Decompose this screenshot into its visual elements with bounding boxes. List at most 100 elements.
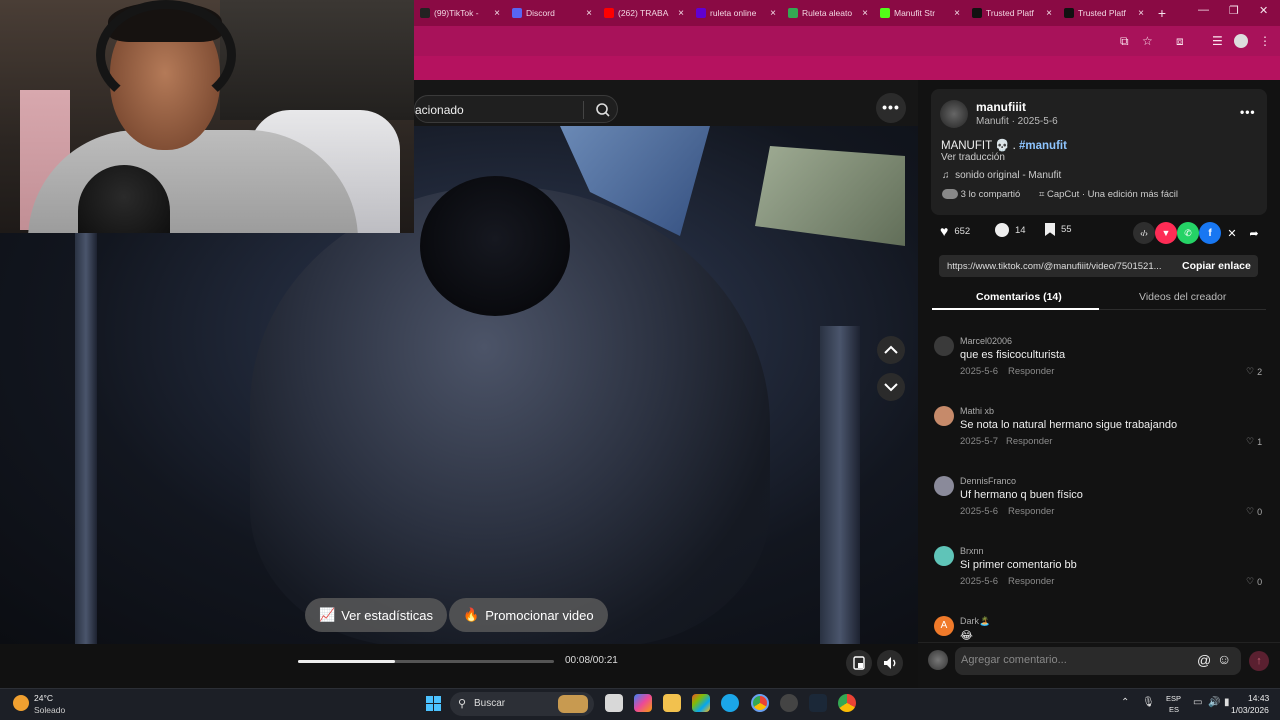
tab-close-icon[interactable]: ×	[586, 8, 592, 19]
tray-expand-icon[interactable]: ⌃	[1121, 697, 1129, 708]
minimize-icon[interactable]: —	[1198, 4, 1209, 16]
tab-close-icon[interactable]: ×	[1046, 8, 1052, 19]
tab-comments[interactable]: Comentarios (14)	[976, 291, 1062, 303]
commenter-name[interactable]: Dark🏝️	[960, 616, 990, 627]
embed-icon[interactable]: ‹/›	[1133, 222, 1155, 244]
browser-tab[interactable]: Trusted Platf ×	[1058, 0, 1150, 26]
reply-button[interactable]: Responder	[1008, 506, 1054, 517]
whatsapp-icon[interactable]: ✆	[1177, 222, 1199, 244]
extensions-icon[interactable]: ⧈	[1176, 34, 1184, 49]
comment-input[interactable]: Agregar comentario...	[961, 654, 1067, 666]
language-code[interactable]: ESP	[1166, 694, 1181, 703]
tab-close-icon[interactable]: ×	[678, 8, 684, 19]
reading-list-icon[interactable]: ☰	[1212, 34, 1223, 48]
repost-icon[interactable]: ▼	[1155, 222, 1177, 244]
file-explorer-icon[interactable]	[663, 694, 681, 712]
author-username[interactable]: manufiiit	[976, 100, 1026, 114]
task-view-icon[interactable]	[605, 694, 623, 712]
search-bar[interactable]: acionado	[414, 95, 618, 123]
browser-tab[interactable]: (99)TikTok - ×	[414, 0, 506, 26]
browser-tab[interactable]: ruleta online ×	[690, 0, 782, 26]
tab-close-icon[interactable]: ×	[862, 8, 868, 19]
save-action[interactable]: 55	[1045, 223, 1072, 236]
promote-video-button[interactable]: 🔥 Promocionar video	[449, 598, 608, 632]
reply-button[interactable]: Responder	[1008, 576, 1054, 587]
pip-button[interactable]	[846, 650, 872, 676]
tab-close-icon[interactable]: ×	[954, 8, 960, 19]
video-more-options-button[interactable]: •••	[876, 93, 906, 123]
next-video-button[interactable]	[877, 373, 905, 401]
bookmark-star-icon[interactable]: ☆	[1142, 34, 1153, 48]
tab-close-icon[interactable]: ×	[1138, 8, 1144, 19]
shared-row[interactable]: 3 lo compartió	[942, 189, 1020, 200]
taskbar-search[interactable]: ⚲ Buscar	[450, 692, 594, 716]
network-icon[interactable]: ▭	[1193, 697, 1202, 708]
obs-icon[interactable]	[780, 694, 798, 712]
x-icon[interactable]: ✕	[1221, 222, 1243, 244]
commenter-avatar[interactable]	[934, 406, 954, 426]
tab-creator-videos[interactable]: Videos del creador	[1139, 291, 1226, 303]
commenter-avatar[interactable]	[934, 546, 954, 566]
volume-button[interactable]	[877, 650, 903, 676]
commenter-name[interactable]: Mathi xb	[960, 406, 994, 416]
commenter-avatar[interactable]	[934, 336, 954, 356]
commenter-name[interactable]: Marcel02006	[960, 336, 1012, 346]
edge-icon[interactable]	[721, 694, 739, 712]
share-arrow-icon[interactable]: ➦	[1243, 222, 1265, 244]
author-avatar[interactable]	[940, 100, 968, 128]
install-app-icon[interactable]: ⧉	[1120, 34, 1129, 49]
emoji-icon[interactable]: ☺	[1217, 651, 1231, 667]
mention-icon[interactable]: @	[1197, 652, 1211, 668]
weather-sun-icon[interactable]	[13, 695, 29, 711]
commenter-name[interactable]: DennisFranco	[960, 476, 1016, 486]
browser-tab[interactable]: Trusted Platf ×	[966, 0, 1058, 26]
hashtag-link[interactable]: #manufit	[1019, 140, 1067, 152]
copy-link-button[interactable]: Copiar enlace	[1182, 260, 1251, 272]
video-progress-bar[interactable]	[298, 660, 554, 663]
browser-tab[interactable]: Discord ×	[506, 0, 598, 26]
search-icon[interactable]	[593, 100, 613, 120]
previous-video-button[interactable]	[877, 336, 905, 364]
capcut-row[interactable]: ⌗ CapCut · Una edición más fácil	[1039, 189, 1178, 200]
maximize-icon[interactable]: ❐	[1229, 4, 1239, 17]
window-close-icon[interactable]: ✕	[1259, 4, 1268, 17]
commenter-avatar[interactable]: A	[934, 616, 954, 636]
battery-icon[interactable]: ▮	[1224, 697, 1230, 708]
sound-row[interactable]: ♫ sonido original - Manufit	[942, 170, 1061, 181]
comment-like-button[interactable]: ♡ 2	[1246, 366, 1262, 377]
reply-button[interactable]: Responder	[1006, 436, 1052, 447]
like-action[interactable]: ♥ 652	[940, 223, 970, 239]
commenter-name[interactable]: Brxnn	[960, 546, 984, 556]
speaker-tray-icon[interactable]: 🔊	[1208, 697, 1220, 708]
reply-button[interactable]: Responder	[1008, 366, 1054, 377]
clock-time[interactable]: 14:43	[1248, 693, 1269, 703]
comment-input-box[interactable]: Agregar comentario... @ ☺	[955, 647, 1241, 675]
browser-tab[interactable]: Ruleta aleato ×	[782, 0, 874, 26]
chrome-profile-icon[interactable]	[838, 694, 856, 712]
chrome-icon[interactable]	[751, 694, 769, 712]
microphone-tray-icon[interactable]: 🎙	[1142, 697, 1155, 708]
commenter-avatar[interactable]	[934, 476, 954, 496]
store-icon[interactable]	[692, 694, 710, 712]
comment-like-button[interactable]: ♡ 1	[1246, 436, 1262, 447]
post-more-button[interactable]: •••	[1240, 105, 1256, 119]
post-comment-button[interactable]: ↑	[1249, 651, 1269, 671]
view-stats-button[interactable]: 📈 Ver estadísticas	[305, 598, 447, 632]
weather-temp[interactable]: 24°C	[34, 693, 53, 703]
comment-action[interactable]: 14	[995, 223, 1026, 237]
new-tab-button[interactable]: +	[1150, 5, 1174, 21]
facebook-icon[interactable]: f	[1199, 222, 1221, 244]
profile-avatar-icon[interactable]	[1234, 34, 1248, 48]
browser-tab[interactable]: Manufit Str ×	[874, 0, 966, 26]
windows-start-icon[interactable]	[426, 696, 441, 711]
tab-close-icon[interactable]: ×	[494, 8, 500, 19]
search-input[interactable]: acionado	[415, 103, 464, 117]
copilot-icon[interactable]	[634, 694, 652, 712]
comment-like-button[interactable]: ♡ 0	[1246, 506, 1262, 517]
video-link-box[interactable]: https://www.tiktok.com/@manufiiit/video/…	[939, 255, 1258, 277]
comment-like-button[interactable]: ♡ 0	[1246, 576, 1262, 587]
browser-tab[interactable]: (262) TRABA ×	[598, 0, 690, 26]
see-translation-link[interactable]: Ver traducción	[941, 152, 1005, 163]
browser-menu-icon[interactable]: ⋮	[1259, 34, 1271, 48]
steam-icon[interactable]	[809, 694, 827, 712]
